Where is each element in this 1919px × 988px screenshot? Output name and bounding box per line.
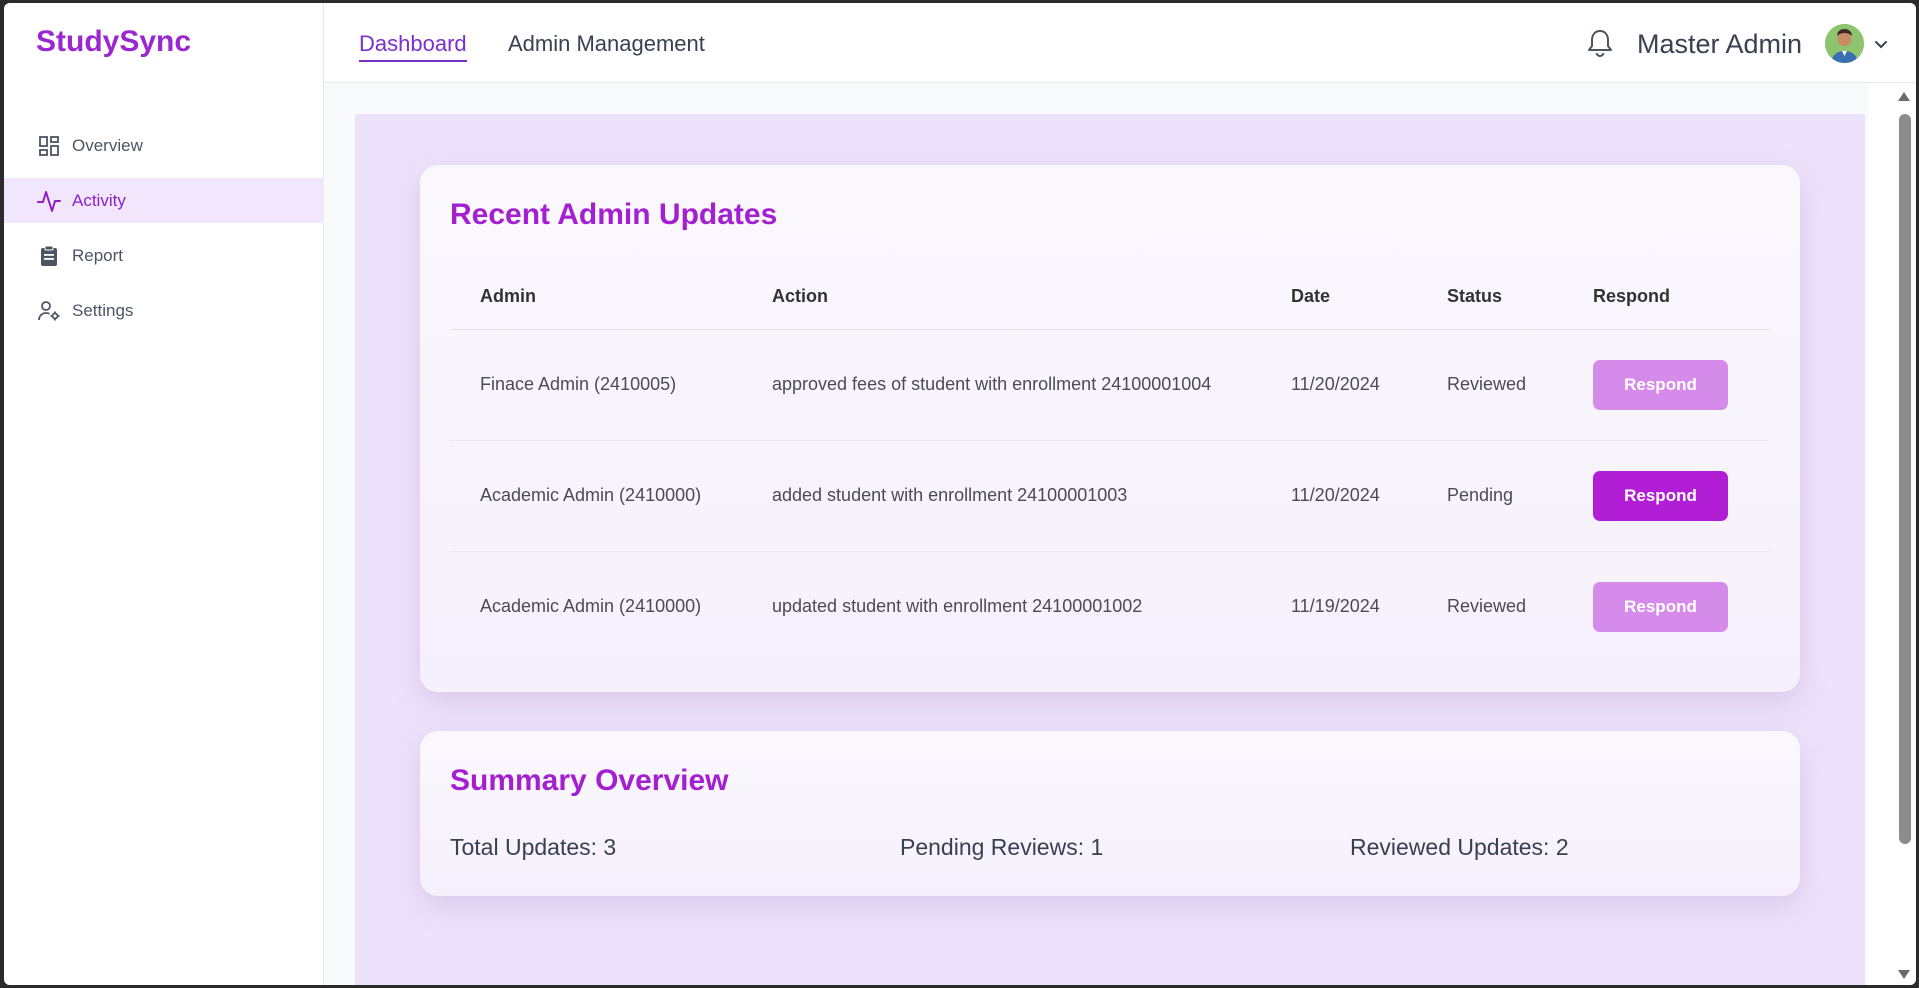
cell-respond: Respond <box>1563 329 1770 441</box>
sidebar-item-label: Overview <box>72 135 143 155</box>
table-row: Academic Admin (2410000) added student w… <box>450 440 1770 552</box>
cell-action: approved fees of student with enrollment… <box>742 329 1261 441</box>
tab-dashboard[interactable]: Dashboard <box>359 31 467 62</box>
summary-total-updates: Total Updates: 3 <box>450 834 617 860</box>
cell-action: added student with enrollment 2410000100… <box>742 440 1261 552</box>
user-gear-icon <box>36 298 62 324</box>
table-header-row: Admin Action Date Status Respond <box>450 265 1770 330</box>
cell-status: Reviewed <box>1447 596 1527 617</box>
respond-button[interactable]: Respond <box>1593 581 1728 632</box>
respond-button[interactable]: Respond <box>1593 470 1728 521</box>
respond-button[interactable]: Respond <box>1593 359 1728 410</box>
column-header-date: Date <box>1261 265 1417 330</box>
notification-bell-icon[interactable] <box>1585 27 1615 59</box>
cell-status: Pending <box>1417 440 1563 552</box>
scrollbar-thumb[interactable] <box>1899 114 1911 844</box>
summary-reviewed-updates: Reviewed Updates: 2 <box>1350 834 1569 860</box>
cell-respond: Respond <box>1563 440 1770 552</box>
recent-updates-title: Recent Admin Updates <box>450 198 778 231</box>
summary-title: Summary Overview <box>450 764 729 797</box>
brand-logo[interactable]: StudySync <box>36 25 191 59</box>
recent-updates-card: Recent Admin Updates Admin Action Date S… <box>420 165 1800 692</box>
content-panel: Recent Admin Updates Admin Action Date S… <box>355 114 1865 985</box>
dashboard-grid-icon <box>36 133 62 159</box>
cell-date: 11/20/2024 <box>1261 329 1417 441</box>
cell-admin: Academic Admin (2410000) <box>450 440 742 552</box>
column-header-respond: Respond <box>1563 265 1770 330</box>
app-window: StudySync Overview Activity Report Setti… <box>4 3 1916 985</box>
summary-card: Summary Overview Total Updates: 3 Pendin… <box>420 731 1800 896</box>
updates-table: Admin Action Date Status Respond Finace … <box>450 265 1770 662</box>
chevron-down-icon[interactable] <box>1874 37 1888 49</box>
activity-pulse-icon <box>36 188 62 214</box>
main-content: Recent Admin Updates Admin Action Date S… <box>325 84 1868 985</box>
sidebar-item-overview[interactable]: Overview <box>4 123 324 168</box>
cell-date: 11/19/2024 <box>1291 596 1380 617</box>
table-row: Finace Admin (2410005) approved fees of … <box>450 329 1770 441</box>
vertical-scrollbar[interactable] <box>1868 84 1916 985</box>
table-row: Academic Admin (2410000) updated student… <box>450 551 1770 662</box>
sidebar: StudySync Overview Activity Report Setti… <box>4 3 324 985</box>
cell-admin: Finace Admin (2410005) <box>450 329 742 441</box>
sidebar-item-activity[interactable]: Activity <box>4 178 324 223</box>
sidebar-nav: Overview Activity Report Settings <box>4 123 324 343</box>
column-header-action: Action <box>742 265 1261 330</box>
user-name[interactable]: Master Admin <box>1637 29 1802 60</box>
cell-date: 11/20/2024 <box>1261 440 1417 552</box>
cell-status: Reviewed <box>1417 329 1563 441</box>
sidebar-item-report[interactable]: Report <box>4 233 324 278</box>
sidebar-item-label: Activity <box>72 190 126 210</box>
summary-pending-reviews: Pending Reviews: 1 <box>900 834 1104 860</box>
avatar[interactable] <box>1825 24 1864 63</box>
clipboard-icon <box>36 243 62 269</box>
column-header-status: Status <box>1417 265 1563 330</box>
scroll-down-arrow-icon[interactable] <box>1898 970 1910 979</box>
cell-admin: Academic Admin (2410000) <box>480 596 702 617</box>
cell-respond: Respond <box>1563 551 1770 662</box>
sidebar-item-label: Settings <box>72 300 134 320</box>
tab-admin-management[interactable]: Admin Management <box>508 31 705 57</box>
top-header: Dashboard Admin Management Master Admin <box>325 3 1916 83</box>
sidebar-item-label: Report <box>72 245 124 265</box>
cell-action: updated student with enrollment 24100001… <box>772 596 1143 617</box>
sidebar-item-settings[interactable]: Settings <box>4 288 324 333</box>
column-header-admin: Admin <box>450 265 742 330</box>
scroll-up-arrow-icon[interactable] <box>1898 92 1910 101</box>
